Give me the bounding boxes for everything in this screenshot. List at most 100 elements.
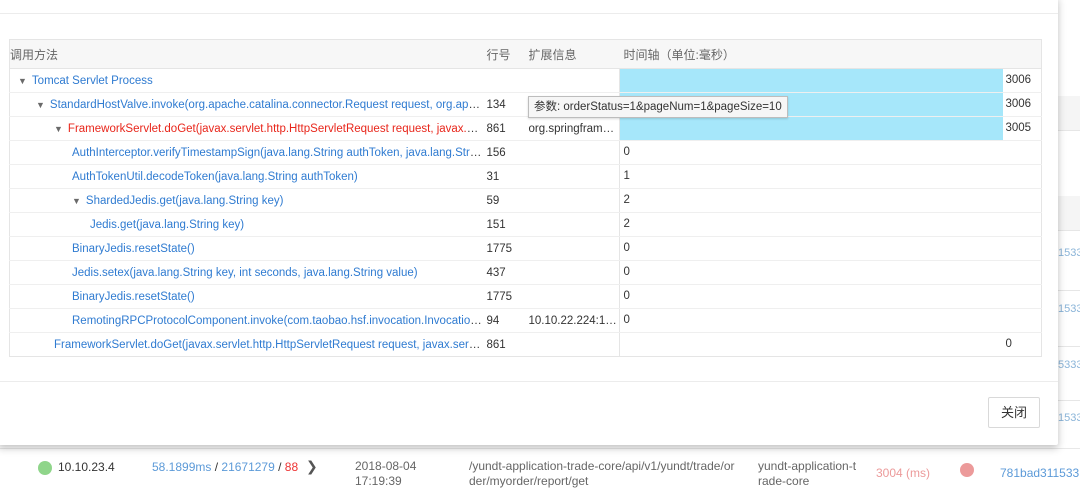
latency-value: 58.1899ms bbox=[152, 460, 212, 474]
trace-timeline-cell: 0 bbox=[618, 284, 1042, 309]
timeline-track: 3006 bbox=[618, 69, 1042, 92]
trace-method-link[interactable]: Jedis.setex(java.lang.String key, int se… bbox=[72, 267, 418, 279]
trace-method-link[interactable]: StandardHostValve.invoke(org.apache.cata… bbox=[50, 99, 483, 111]
expand-caret-icon[interactable]: ▼ bbox=[72, 196, 81, 206]
latency-separator: / bbox=[211, 460, 222, 474]
background-trace-link[interactable]: 5333 bbox=[1058, 359, 1080, 371]
trace-table: 调用方法 行号 扩展信息 时间轴（单位:毫秒） ▼ Tomcat Servlet … bbox=[9, 39, 1042, 357]
trace-line-number: 1775 bbox=[482, 236, 525, 261]
timeline-track: 2 bbox=[618, 189, 1042, 212]
trace-ext-info bbox=[524, 188, 619, 213]
trace-row[interactable]: ▼ StandardHostValve.invoke(org.apache.cat… bbox=[9, 92, 1042, 117]
trace-timeline-cell: 1 bbox=[618, 164, 1042, 189]
trace-ext-info bbox=[524, 236, 619, 261]
trace-method-link[interactable]: RemotingRPCProtocolComponent.invoke(com.… bbox=[72, 315, 483, 327]
latency-separator: / bbox=[274, 460, 285, 474]
trace-row[interactable]: BinaryJedis.resetState() 1775 0 bbox=[9, 284, 1042, 309]
expand-caret-icon[interactable]: ▼ bbox=[36, 100, 45, 110]
trace-line-number: 31 bbox=[482, 164, 525, 189]
timeline-value: 2 bbox=[623, 218, 630, 230]
close-button[interactable]: 关闭 bbox=[988, 397, 1040, 428]
trace-method-cell: AuthTokenUtil.decodeToken(java.lang.Stri… bbox=[9, 164, 483, 189]
timeline-track: 0 bbox=[618, 237, 1042, 260]
trace-method-cell: ▼ ShardedJedis.get(java.lang.String key) bbox=[9, 188, 483, 213]
column-header-time: 时间轴（单位:毫秒） bbox=[618, 39, 1042, 69]
trace-method-link[interactable]: Jedis.get(java.lang.String key) bbox=[90, 219, 244, 231]
trace-row[interactable]: FrameworkServlet.doGet(javax.servlet.htt… bbox=[10, 333, 1042, 357]
trace-row[interactable]: AuthTokenUtil.decodeToken(java.lang.Stri… bbox=[9, 164, 1042, 189]
trace-line-number: 134 bbox=[482, 92, 525, 117]
timeline-value: 0 bbox=[623, 290, 630, 302]
modal-footer-divider bbox=[0, 381, 1058, 382]
trace-method-link[interactable]: AuthTokenUtil.decodeToken(java.lang.Stri… bbox=[72, 171, 358, 183]
column-header-method: 调用方法 bbox=[9, 39, 483, 69]
trace-row[interactable]: ▼ ShardedJedis.get(java.lang.String key) 5… bbox=[9, 188, 1042, 213]
trace-method-link[interactable]: BinaryJedis.resetState() bbox=[72, 291, 195, 303]
trace-ext-info bbox=[525, 333, 619, 357]
timeline-value: 0 bbox=[623, 146, 630, 158]
trace-id-link[interactable]: 781bad311533 bbox=[1000, 466, 1080, 481]
timeline-value: 2 bbox=[623, 194, 630, 206]
trace-method-link[interactable]: FrameworkServlet.doGet(javax.servlet.htt… bbox=[54, 339, 483, 351]
expand-caret-icon[interactable]: ▼ bbox=[54, 124, 63, 134]
timeline-value: 3006 bbox=[1005, 74, 1032, 86]
trace-line-number: 1775 bbox=[482, 284, 525, 309]
trace-row[interactable]: RemotingRPCProtocolComponent.invoke(com.… bbox=[9, 308, 1042, 333]
trace-line-number: 861 bbox=[486, 338, 506, 351]
trace-method-cell: BinaryJedis.resetState() bbox=[9, 284, 483, 309]
trace-method-link[interactable]: ShardedJedis.get(java.lang.String key) bbox=[86, 195, 284, 207]
timeline-track: 0 bbox=[618, 261, 1042, 284]
row-duration: 3004 (ms) bbox=[876, 466, 931, 480]
background-trace-link[interactable]: 1533 bbox=[1058, 412, 1080, 424]
trace-method-link[interactable]: FrameworkServlet.doGet(javax.servlet.htt… bbox=[68, 123, 483, 135]
row-date: 2018-08-04 bbox=[355, 459, 417, 473]
trace-row[interactable]: BinaryJedis.resetState() 1775 0 bbox=[9, 236, 1042, 261]
trace-method-cell: RemotingRPCProtocolComponent.invoke(com.… bbox=[9, 308, 483, 333]
trace-method-link[interactable]: BinaryJedis.resetState() bbox=[72, 243, 195, 255]
trace-method-cell: FrameworkServlet.doGet(javax.servlet.htt… bbox=[10, 333, 483, 357]
latency-stats: 58.1899ms / 21671279 / 88 bbox=[152, 460, 298, 475]
trace-timeline-cell: 0 bbox=[618, 140, 1042, 165]
timeline-track: 0 bbox=[618, 285, 1042, 308]
trace-method-link[interactable]: AuthInterceptor.verifyTimestampSign(java… bbox=[72, 147, 483, 159]
trace-method-cell: Jedis.setex(java.lang.String key, int se… bbox=[9, 260, 483, 285]
trace-ext-info: 10.10.22.224:12200 bbox=[524, 308, 619, 333]
error-count: 88 bbox=[284, 460, 299, 474]
timeline-track: 0 bbox=[618, 309, 1042, 332]
timeline-bar bbox=[619, 69, 1003, 92]
chevron-right-icon[interactable]: ❯ bbox=[306, 458, 318, 475]
row-path-line: /yundt-application-trade-core/api/v1/yun… bbox=[469, 459, 735, 473]
timeline-bar bbox=[619, 117, 1003, 140]
trace-method-cell: BinaryJedis.resetState() bbox=[9, 236, 483, 261]
trace-row[interactable]: ▼ Tomcat Servlet Process 3006 bbox=[9, 68, 1042, 93]
trace-ext-info bbox=[524, 140, 619, 165]
trace-method-cell: ▼ FrameworkServlet.doGet(javax.servlet.ht… bbox=[9, 116, 483, 141]
trace-ext-info bbox=[524, 284, 619, 309]
background-trace-link[interactable]: 1533 bbox=[1058, 247, 1080, 259]
trace-method-cell: Jedis.get(java.lang.String key) bbox=[9, 212, 483, 237]
trace-line-number: 151 bbox=[482, 212, 525, 237]
trace-timeline-cell: 3006 bbox=[618, 68, 1042, 93]
row-app: yundt-application-t rade-core bbox=[758, 459, 856, 489]
trace-timeline-cell: 2 bbox=[618, 212, 1042, 237]
trace-method-cell: AuthInterceptor.verifyTimestampSign(java… bbox=[9, 140, 483, 165]
status-dot-icon bbox=[960, 463, 974, 477]
trace-ext-info bbox=[524, 164, 619, 189]
params-tooltip: 参数: orderStatus=1&pageNum=1&pageSize=10 bbox=[528, 96, 788, 118]
trace-row[interactable]: Jedis.get(java.lang.String key) 151 2 bbox=[9, 212, 1042, 237]
background-table-row[interactable]: 10.10.23.4 58.1899ms / 21671279 / 88 ❯ 2… bbox=[0, 448, 1080, 491]
trace-row[interactable]: ▼ FrameworkServlet.doGet(javax.servlet.ht… bbox=[9, 116, 1042, 141]
timeline-value: 0 bbox=[623, 314, 630, 326]
timeline-value: 0 bbox=[623, 266, 630, 278]
expand-caret-icon[interactable]: ▼ bbox=[18, 76, 27, 86]
row-datetime: 2018-08-04 17:19:39 bbox=[355, 459, 416, 489]
trace-detail-modal: 调用方法 行号 扩展信息 时间轴（单位:毫秒） ▼ Tomcat Servlet … bbox=[0, 0, 1058, 445]
trace-row[interactable]: AuthInterceptor.verifyTimestampSign(java… bbox=[9, 140, 1042, 165]
trace-row[interactable]: Jedis.setex(java.lang.String key, int se… bbox=[9, 260, 1042, 285]
background-trace-link[interactable]: 1533 bbox=[1058, 303, 1080, 315]
column-header-ext: 扩展信息 bbox=[524, 39, 619, 69]
trace-method-link[interactable]: Tomcat Servlet Process bbox=[32, 75, 153, 87]
modal-header-divider bbox=[0, 13, 1058, 14]
row-app-line: rade-core bbox=[758, 474, 810, 488]
trace-timeline-cell: 0 bbox=[618, 236, 1042, 261]
